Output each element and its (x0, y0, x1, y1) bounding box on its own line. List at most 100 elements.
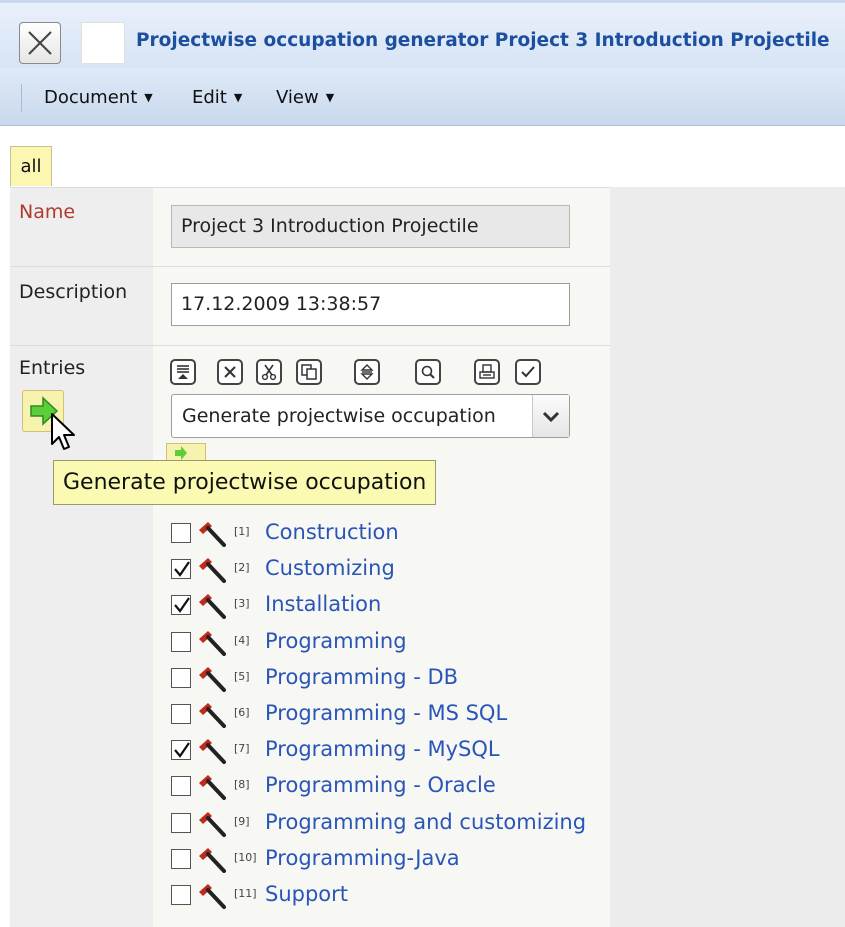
menu-document-label: Document (44, 87, 138, 108)
hammer-icon (199, 739, 226, 765)
cut-icon (261, 364, 277, 381)
entry-link[interactable]: Construction (265, 520, 399, 544)
title-bar: Projectwise occupation generator Project… (0, 0, 845, 68)
entry-index: [9] (234, 814, 250, 828)
caret-down-icon: ▼ (144, 91, 153, 104)
entry-link[interactable]: Programming-Java (265, 846, 460, 870)
name-label: Name (19, 201, 76, 223)
menu-bar: Document ▼ Edit ▼ View ▼ (0, 68, 845, 126)
sort-button[interactable] (354, 359, 380, 385)
entry-link[interactable]: Programming and customizing (265, 810, 586, 834)
chevron-down-icon (542, 411, 560, 423)
entry-index: [11] (234, 887, 257, 900)
row-divider (10, 187, 610, 188)
tooltip: Generate projectwise occupation (53, 460, 437, 505)
hammer-icon (199, 594, 226, 620)
entry-index: [6] (234, 706, 250, 719)
hammer-icon (199, 847, 226, 873)
copy-button[interactable] (296, 359, 322, 385)
entry-link[interactable]: Programming - MS SQL (265, 701, 507, 725)
entry-link[interactable]: Customizing (265, 556, 395, 580)
list-item: [6] Programming - MS SQL (171, 700, 611, 730)
entry-link[interactable]: Support (265, 882, 348, 906)
entry-index: [1] (234, 525, 250, 538)
entry-checkbox[interactable] (171, 704, 191, 724)
entry-checkbox[interactable] (171, 848, 191, 869)
list-item: [10] Programming-Java (171, 845, 611, 875)
hammer-icon (199, 775, 226, 801)
remove-icon (224, 366, 236, 378)
caret-down-icon: ▼ (325, 91, 335, 104)
hammer-icon (199, 666, 226, 692)
list-item: [8] Programming - Oracle (171, 772, 611, 802)
menu-view[interactable]: View ▼ (276, 87, 334, 108)
list-item: [4] Programming (171, 628, 611, 658)
list-item: [9] Programming and customizing (171, 809, 611, 839)
entry-checkbox[interactable] (171, 523, 191, 543)
sort-icon (360, 364, 374, 380)
tab-all[interactable]: all (10, 146, 52, 186)
hammer-icon (199, 703, 226, 728)
entry-link[interactable]: Programming (265, 629, 407, 653)
entry-checkbox[interactable] (171, 631, 191, 652)
details-icon (177, 365, 189, 379)
action-select[interactable]: Generate projectwise occupation (171, 394, 570, 438)
checkmark-icon (174, 597, 190, 614)
right-panel (610, 187, 845, 927)
entry-checkbox[interactable] (171, 740, 191, 761)
entry-checkbox[interactable] (171, 885, 191, 905)
cut-button[interactable] (256, 359, 282, 385)
entry-checkbox[interactable] (171, 667, 191, 688)
list-item: [5] Programming - DB (171, 664, 611, 694)
entry-index: [2] (234, 561, 250, 575)
window-title: Projectwise occupation generator Project… (136, 30, 830, 51)
menu-edit[interactable]: Edit ▼ (192, 87, 242, 108)
entry-checkbox[interactable] (171, 559, 191, 580)
action-select-value: Generate projectwise occupation (182, 405, 496, 427)
name-field: Project 3 Introduction Projectile (171, 205, 570, 248)
check-icon (521, 366, 535, 378)
check-button[interactable] (515, 359, 541, 385)
entry-checkbox[interactable] (171, 595, 191, 616)
row-divider (10, 345, 610, 346)
search-icon (421, 365, 435, 379)
list-item: [3] Installation (171, 591, 611, 621)
description-label: Description (19, 281, 128, 303)
print-button[interactable] (474, 359, 500, 385)
entry-link[interactable]: Installation (265, 592, 381, 616)
list-item: [11] Support (171, 881, 611, 911)
remove-button[interactable] (217, 359, 243, 385)
entry-index: [7] (234, 742, 250, 756)
entry-index: [3] (234, 597, 250, 611)
tab-row (0, 126, 845, 188)
caret-down-icon: ▼ (233, 91, 243, 104)
checkmark-icon (174, 561, 190, 578)
print-icon (479, 364, 495, 379)
entry-index: [10] (234, 850, 257, 864)
select-dropdown-button[interactable] (532, 395, 569, 437)
entry-link[interactable]: Programming - DB (265, 665, 458, 689)
entry-index: [8] (234, 778, 250, 792)
close-icon (28, 31, 52, 55)
mouse-cursor-icon (51, 413, 75, 450)
close-button[interactable] (19, 22, 61, 64)
entry-index: [4] (234, 633, 250, 647)
entry-checkbox[interactable] (171, 776, 191, 797)
entries-label: Entries (19, 357, 86, 379)
checkmark-icon (174, 742, 190, 759)
entry-index: [5] (234, 669, 250, 683)
menu-separator (21, 84, 22, 112)
hammer-icon (199, 811, 226, 837)
document-icon-box (81, 22, 125, 64)
search-button[interactable] (415, 359, 441, 385)
entry-checkbox[interactable] (171, 812, 191, 833)
menu-document[interactable]: Document ▼ (44, 87, 153, 108)
hammer-icon (199, 630, 226, 656)
menu-view-label: View (276, 87, 319, 108)
entry-link[interactable]: Programming - Oracle (265, 773, 496, 797)
description-field[interactable]: 17.12.2009 13:38:57 (171, 283, 570, 326)
details-button[interactable] (170, 359, 196, 385)
hammer-icon (199, 558, 226, 584)
hammer-icon (199, 522, 226, 547)
entry-link[interactable]: Programming - MySQL (265, 737, 500, 761)
